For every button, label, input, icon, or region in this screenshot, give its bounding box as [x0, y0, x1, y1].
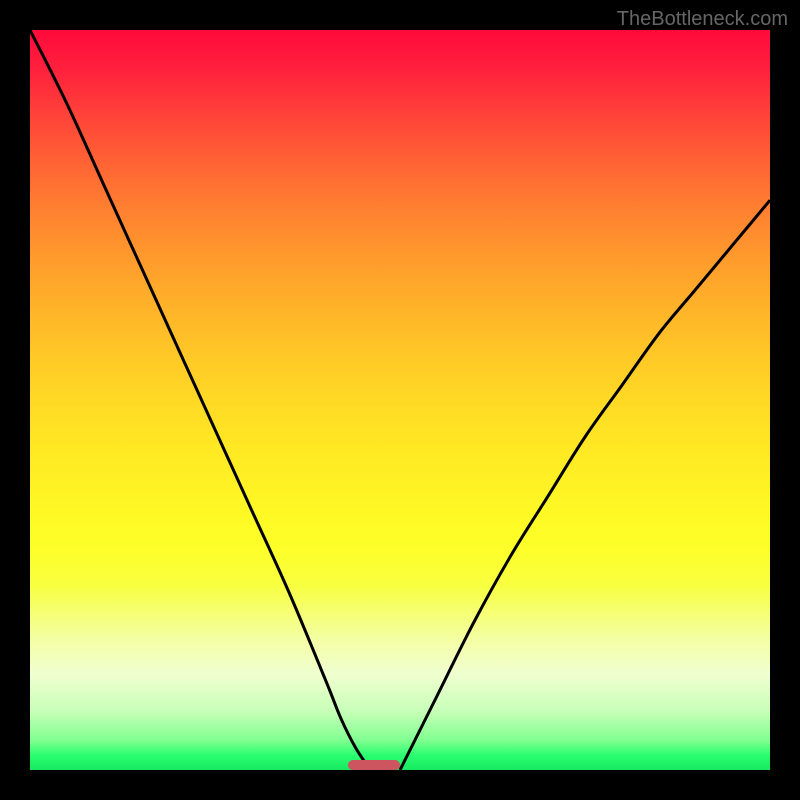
left-curve: [30, 30, 370, 770]
watermark-text: TheBottleneck.com: [617, 8, 788, 31]
right-curve: [400, 200, 770, 770]
bottleneck-marker: [348, 760, 400, 770]
curves-svg: [30, 30, 770, 770]
plot-area: [30, 30, 770, 770]
